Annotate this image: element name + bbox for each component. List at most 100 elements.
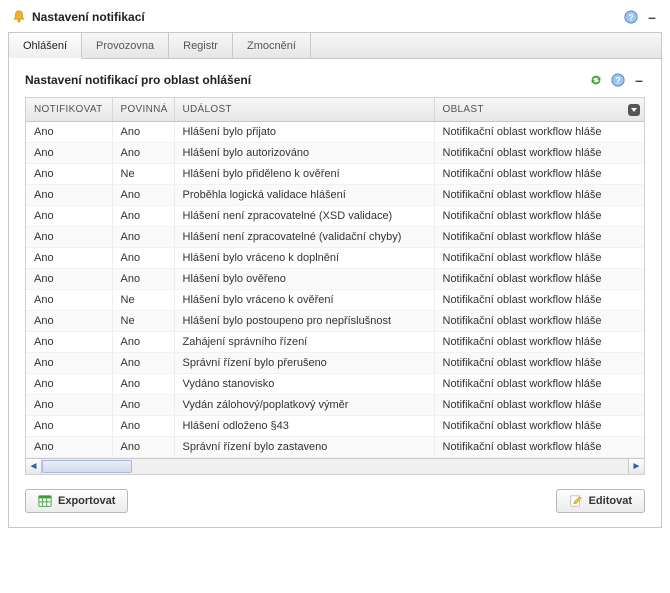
cell-pov: Ano bbox=[112, 206, 174, 227]
panel-subtitle: Nastavení notifikací pro oblast ohlášení bbox=[25, 73, 589, 87]
cell-notif: Ano bbox=[26, 269, 112, 290]
table-row[interactable]: AnoAnoHlášení bylo ověřenoNotifikační ob… bbox=[26, 269, 644, 290]
svg-text:?: ? bbox=[628, 13, 633, 23]
cell-notif: Ano bbox=[26, 290, 112, 311]
cell-ud: Hlášení bylo vráceno k doplnění bbox=[174, 248, 434, 269]
cell-ud: Hlášení není zpracovatelné (validační ch… bbox=[174, 227, 434, 248]
window-controls: ? bbox=[624, 10, 658, 24]
tab-provozovna[interactable]: Provozovna bbox=[82, 33, 169, 58]
cell-pov: Ano bbox=[112, 332, 174, 353]
cell-notif: Ano bbox=[26, 206, 112, 227]
scroll-track[interactable] bbox=[42, 459, 628, 474]
refresh-icon[interactable] bbox=[589, 73, 603, 87]
help-icon[interactable]: ? bbox=[624, 10, 638, 24]
spreadsheet-icon bbox=[38, 494, 52, 508]
cell-ud: Hlášení bylo vráceno k ověření bbox=[174, 290, 434, 311]
tab-ohlaseni[interactable]: Ohlášení bbox=[9, 33, 82, 59]
cell-notif: Ano bbox=[26, 332, 112, 353]
scroll-left-icon[interactable]: ◄ bbox=[26, 459, 42, 474]
titlebar: Nastavení notifikací ? bbox=[8, 4, 662, 32]
export-button-label: Exportovat bbox=[58, 495, 115, 507]
edit-button-label: Editovat bbox=[589, 495, 632, 507]
table-row[interactable]: AnoAnoZahájení správního řízeníNotifikač… bbox=[26, 332, 644, 353]
cell-ud: Vydáno stanovisko bbox=[174, 374, 434, 395]
window-title: Nastavení notifikací bbox=[32, 10, 624, 24]
panel-minimize-button[interactable] bbox=[633, 74, 645, 86]
col-povinna[interactable]: POVINNÁ bbox=[112, 98, 174, 122]
cell-notif: Ano bbox=[26, 353, 112, 374]
svg-text:?: ? bbox=[615, 76, 620, 86]
edit-button[interactable]: Editovat bbox=[556, 489, 645, 513]
cell-ob: Notifikační oblast workflow hláše bbox=[434, 227, 644, 248]
panel-header: Nastavení notifikací pro oblast ohlášení… bbox=[19, 73, 651, 97]
export-button[interactable]: Exportovat bbox=[25, 489, 128, 513]
scroll-right-icon[interactable]: ► bbox=[628, 459, 644, 474]
cell-ud: Hlášení bylo přijato bbox=[174, 122, 434, 143]
col-notifikovat[interactable]: NOTIFIKOVAT bbox=[26, 98, 112, 122]
bell-icon bbox=[12, 10, 26, 24]
cell-ud: Hlášení bylo ověřeno bbox=[174, 269, 434, 290]
minimize-button[interactable] bbox=[646, 11, 658, 23]
cell-ob: Notifikační oblast workflow hláše bbox=[434, 164, 644, 185]
cell-notif: Ano bbox=[26, 311, 112, 332]
buttonbar: Exportovat Editovat bbox=[19, 475, 651, 517]
cell-ob: Notifikační oblast workflow hláše bbox=[434, 395, 644, 416]
cell-ob: Notifikační oblast workflow hláše bbox=[434, 437, 644, 458]
horizontal-scrollbar[interactable]: ◄ ► bbox=[26, 458, 644, 474]
cell-ob: Notifikační oblast workflow hláše bbox=[434, 269, 644, 290]
table-row[interactable]: AnoAnoSprávní řízení bylo zastavenoNotif… bbox=[26, 437, 644, 458]
cell-notif: Ano bbox=[26, 122, 112, 143]
tabbar: Ohlášení Provozovna Registr Zmocnění bbox=[8, 32, 662, 59]
cell-pov: Ano bbox=[112, 437, 174, 458]
cell-pov: Ano bbox=[112, 227, 174, 248]
cell-notif: Ano bbox=[26, 164, 112, 185]
tab-registr[interactable]: Registr bbox=[169, 33, 233, 58]
cell-pov: Ne bbox=[112, 164, 174, 185]
cell-pov: Ano bbox=[112, 185, 174, 206]
tab-zmocneni[interactable]: Zmocnění bbox=[233, 33, 311, 58]
table-row[interactable]: AnoAnoHlášení není zpracovatelné (valida… bbox=[26, 227, 644, 248]
cell-notif: Ano bbox=[26, 227, 112, 248]
cell-notif: Ano bbox=[26, 248, 112, 269]
cell-pov: Ne bbox=[112, 290, 174, 311]
cell-notif: Ano bbox=[26, 395, 112, 416]
table-row[interactable]: AnoAnoHlášení bylo autorizovánoNotifikač… bbox=[26, 143, 644, 164]
cell-ob: Notifikační oblast workflow hláše bbox=[434, 206, 644, 227]
cell-pov: Ano bbox=[112, 269, 174, 290]
cell-pov: Ano bbox=[112, 248, 174, 269]
table-row[interactable]: AnoAnoVydán zálohový/poplatkový výměrNot… bbox=[26, 395, 644, 416]
panel: Nastavení notifikací pro oblast ohlášení… bbox=[8, 59, 662, 528]
cell-notif: Ano bbox=[26, 185, 112, 206]
cell-ud: Správní řízení bylo zastaveno bbox=[174, 437, 434, 458]
grid: NOTIFIKOVAT POVINNÁ UDÁLOST OBLAST AnoAn… bbox=[25, 97, 645, 475]
cell-ud: Správní řízení bylo přerušeno bbox=[174, 353, 434, 374]
cell-ob: Notifikační oblast workflow hláše bbox=[434, 143, 644, 164]
table-row[interactable]: AnoNeHlášení bylo postoupeno pro nepřísl… bbox=[26, 311, 644, 332]
table-row[interactable]: AnoAnoHlášení bylo vráceno k doplněníNot… bbox=[26, 248, 644, 269]
cell-notif: Ano bbox=[26, 437, 112, 458]
table-row[interactable]: AnoAnoVydáno stanoviskoNotifikační oblas… bbox=[26, 374, 644, 395]
cell-pov: Ano bbox=[112, 374, 174, 395]
cell-ob: Notifikační oblast workflow hláše bbox=[434, 311, 644, 332]
cell-ud: Hlášení není zpracovatelné (XSD validace… bbox=[174, 206, 434, 227]
table-row[interactable]: AnoAnoHlášení není zpracovatelné (XSD va… bbox=[26, 206, 644, 227]
scroll-thumb[interactable] bbox=[42, 460, 132, 473]
cell-ud: Zahájení správního řízení bbox=[174, 332, 434, 353]
panel-help-icon[interactable]: ? bbox=[611, 73, 625, 87]
cell-ud: Hlášení bylo přiděleno k ověření bbox=[174, 164, 434, 185]
grid-header-row: NOTIFIKOVAT POVINNÁ UDÁLOST OBLAST bbox=[26, 98, 644, 122]
table-row[interactable]: AnoNeHlášení bylo vráceno k ověřeníNotif… bbox=[26, 290, 644, 311]
col-udalost[interactable]: UDÁLOST bbox=[174, 98, 434, 122]
table-row[interactable]: AnoAnoSprávní řízení bylo přerušenoNotif… bbox=[26, 353, 644, 374]
cell-pov: Ano bbox=[112, 143, 174, 164]
cell-ob: Notifikační oblast workflow hláše bbox=[434, 290, 644, 311]
table-row[interactable]: AnoAnoProběhla logická validace hlášeníN… bbox=[26, 185, 644, 206]
cell-pov: Ano bbox=[112, 122, 174, 143]
column-menu-icon[interactable] bbox=[628, 104, 640, 116]
table-row[interactable]: AnoAnoHlášení odloženo §43Notifikační ob… bbox=[26, 416, 644, 437]
table-row[interactable]: AnoAnoHlášení bylo přijatoNotifikační ob… bbox=[26, 122, 644, 143]
cell-ud: Vydán zálohový/poplatkový výměr bbox=[174, 395, 434, 416]
cell-ob: Notifikační oblast workflow hláše bbox=[434, 248, 644, 269]
col-oblast[interactable]: OBLAST bbox=[434, 98, 644, 122]
table-row[interactable]: AnoNeHlášení bylo přiděleno k ověřeníNot… bbox=[26, 164, 644, 185]
